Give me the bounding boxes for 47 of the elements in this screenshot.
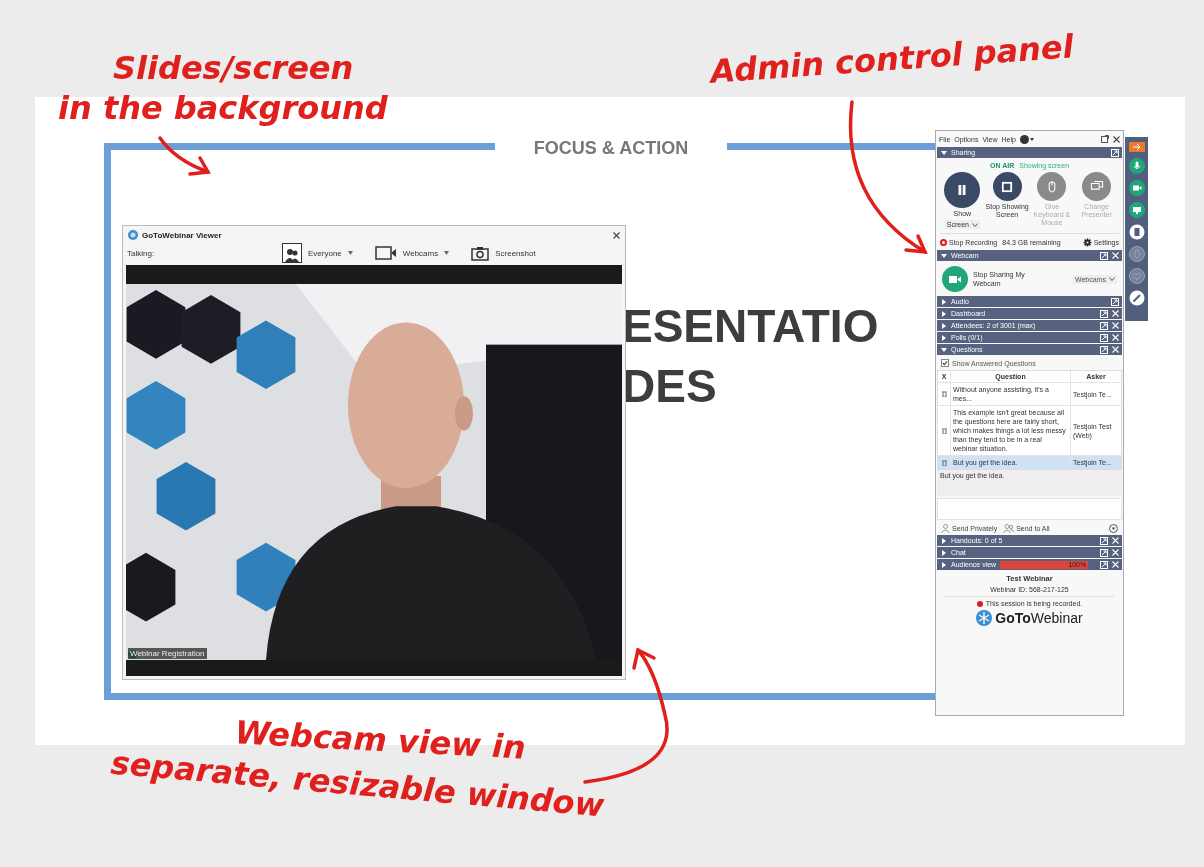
pen-icon[interactable] <box>1128 290 1145 306</box>
recording-icon <box>976 600 983 607</box>
trash-icon[interactable] <box>941 391 947 397</box>
trash-icon[interactable] <box>941 459 947 466</box>
exit-icon[interactable] <box>1128 142 1145 152</box>
caret-icon <box>347 251 353 255</box>
toolbar-button[interactable]: Webcams <box>374 246 450 260</box>
chevron-icon <box>1109 277 1115 281</box>
trash-icon[interactable] <box>941 427 947 434</box>
dropdown-icon[interactable] <box>1109 524 1118 533</box>
snowflake-icon <box>976 610 993 626</box>
settings-icon <box>1082 238 1092 247</box>
video-camera-icon[interactable] <box>1128 180 1145 196</box>
video-camera-icon <box>949 274 961 284</box>
monitor-icon[interactable] <box>1128 202 1145 218</box>
annotation-text: Admin control panel <box>709 27 1075 91</box>
reply-field[interactable] <box>937 498 1122 520</box>
camera-icon <box>471 245 490 261</box>
checkbox[interactable] <box>941 359 949 367</box>
close-icon[interactable] <box>613 231 620 239</box>
close-icon[interactable] <box>1113 135 1120 143</box>
webcam-button[interactable] <box>942 266 968 292</box>
stop-icon <box>1000 179 1015 194</box>
microphone-icon[interactable] <box>1128 158 1145 174</box>
popout-icon[interactable] <box>1101 135 1109 143</box>
people-icon <box>1003 524 1015 533</box>
mouse-icon[interactable] <box>1128 246 1145 262</box>
slide-heading: DES <box>622 359 717 414</box>
toolbar-button[interactable]: Everyone <box>282 243 353 263</box>
app-logo-icon <box>128 230 138 240</box>
annotation-text: in the background <box>58 88 388 128</box>
video-camera-icon <box>374 246 397 260</box>
logo: GoToWebinar <box>995 610 1083 626</box>
caret-icon <box>444 251 450 255</box>
document-icon[interactable] <box>1128 224 1145 240</box>
people-icon <box>282 243 302 263</box>
toolbar-button[interactable]: Screenshot <box>471 245 536 261</box>
video-label: Webinar Registration <box>128 648 207 659</box>
window-title: GoToWebinar Viewer <box>142 230 222 240</box>
sharing-button[interactable] <box>944 172 981 208</box>
slide-heading: ESENTATIO <box>622 299 879 354</box>
talking-label: Talking: <box>127 248 156 258</box>
person-icon <box>941 524 950 533</box>
sharing-button[interactable] <box>992 172 1022 201</box>
annotation-text: Slides/screen <box>113 48 354 88</box>
chevron-icon <box>971 222 978 227</box>
annotation-arrow <box>158 136 211 176</box>
